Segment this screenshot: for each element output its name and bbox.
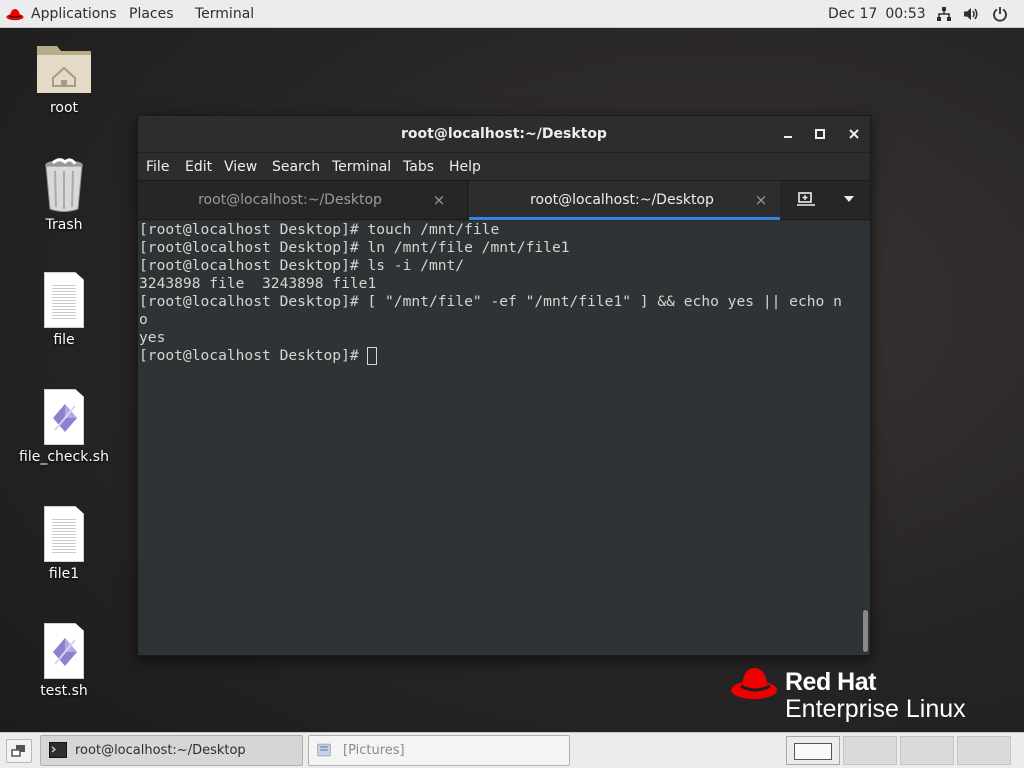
desktop-icon-label: root	[49, 100, 79, 116]
chevron-down-icon[interactable]	[844, 196, 854, 202]
taskbar-item-pictures[interactable]: [Pictures]	[308, 735, 570, 766]
bottom-taskbar: root@localhost:~/Desktop [Pictures]	[0, 732, 1024, 768]
terminal-content[interactable]: [root@localhost Desktop]# touch /mnt/fil…	[138, 221, 870, 655]
desktop-icon-trash[interactable]: Trash	[14, 157, 114, 233]
brand-line-1: Red Hat	[785, 668, 876, 696]
menu-view[interactable]: View	[224, 153, 257, 181]
workspace-4[interactable]	[957, 736, 1011, 765]
window-titlebar[interactable]: root@localhost:~/Desktop	[138, 116, 870, 152]
terminal-output: [root@localhost Desktop]# touch /mnt/fil…	[139, 221, 859, 365]
workspace-2[interactable]	[843, 736, 897, 765]
redhat-logo-icon	[6, 9, 24, 21]
desktop-icon-test-sh[interactable]: test.sh	[14, 623, 114, 699]
terminal-app-menu[interactable]: Terminal	[195, 0, 254, 28]
tab-title: root@localhost:~/Desktop	[198, 192, 382, 208]
clock-date: Dec 17	[828, 6, 878, 22]
workspace-window-thumbnail	[794, 743, 832, 760]
show-desktop-button[interactable]	[6, 739, 32, 763]
text-document-icon	[44, 506, 84, 562]
show-desktop-icon	[11, 745, 25, 757]
taskbar-item-label: [Pictures]	[343, 743, 405, 758]
terminal-cursor	[367, 347, 378, 365]
close-tab-icon[interactable]: ×	[753, 181, 769, 219]
desktop-icon-label: file1	[48, 566, 80, 582]
scrollbar[interactable]	[863, 610, 868, 652]
tab-bar: root@localhost:~/Desktop × root@localhos…	[138, 180, 870, 220]
terminal-line: yes	[139, 329, 166, 346]
terminal-line: o	[139, 311, 148, 328]
close-icon	[849, 129, 859, 139]
script-icon	[44, 389, 84, 445]
minimize-icon	[784, 136, 792, 138]
places-menu[interactable]: Places	[129, 0, 174, 28]
terminal-line: 3243898 file 3243898 file1	[139, 275, 377, 292]
desktop-icon-label: Trash	[45, 217, 83, 233]
minimize-button[interactable]	[779, 125, 797, 143]
redhat-logo-icon	[731, 668, 777, 699]
terminal-line: [root@localhost Desktop]# ln /mnt/file /…	[139, 239, 570, 256]
menu-file[interactable]: File	[146, 153, 169, 181]
desktop-icon-label: file_check.sh	[19, 449, 109, 465]
tab-title: root@localhost:~/Desktop	[530, 192, 714, 208]
desktop-icon-file1[interactable]: file1	[14, 506, 114, 582]
tab-active[interactable]: root@localhost:~/Desktop ×	[469, 181, 780, 220]
redhat-enterprise-linux-logo: Red Hat Enterprise Linux	[730, 664, 990, 724]
close-tab-icon[interactable]: ×	[431, 181, 447, 219]
menu-edit[interactable]: Edit	[185, 153, 212, 181]
file-manager-icon	[317, 743, 331, 757]
script-icon	[44, 623, 84, 679]
clock[interactable]: Dec 17 00:53	[828, 0, 926, 28]
power-icon[interactable]	[992, 6, 1008, 22]
terminal-window[interactable]: root@localhost:~/Desktop File Edit View …	[137, 115, 871, 656]
top-bar: Applications Places Terminal Dec 17 00:53	[0, 0, 1024, 28]
brand-line-2: Enterprise Linux	[785, 695, 966, 723]
maximize-icon	[815, 129, 825, 139]
window-title: root@localhost:~/Desktop	[401, 126, 607, 142]
desktop-icon-file-check-sh[interactable]: file_check.sh	[14, 389, 114, 465]
terminal-prompt-line: [root@localhost Desktop]#	[139, 347, 859, 365]
taskbar-item-label: root@localhost:~/Desktop	[75, 743, 246, 758]
desktop-icon-label: file	[53, 332, 75, 348]
new-tab-icon[interactable]	[796, 191, 816, 209]
terminal-line: [root@localhost Desktop]# ls -i /mnt/	[139, 257, 465, 274]
close-window-button[interactable]	[845, 125, 863, 143]
menu-help[interactable]: Help	[449, 153, 481, 181]
network-icon[interactable]	[936, 6, 952, 22]
terminal-line: [root@localhost Desktop]# [ "/mnt/file" …	[139, 293, 842, 310]
terminal-prompt: [root@localhost Desktop]#	[139, 347, 368, 364]
maximize-button[interactable]	[811, 125, 829, 143]
tab-inactive[interactable]: root@localhost:~/Desktop ×	[138, 181, 468, 220]
menu-search[interactable]: Search	[272, 153, 320, 181]
desktop-icon-file[interactable]: file	[14, 272, 114, 348]
trash-icon	[45, 158, 83, 212]
window-menubar: File Edit View Search Terminal Tabs Help	[138, 152, 870, 180]
applications-menu[interactable]: Applications	[31, 0, 117, 28]
workspace-3[interactable]	[900, 736, 954, 765]
volume-icon[interactable]	[963, 6, 979, 22]
clock-time: 00:53	[885, 6, 926, 22]
menu-terminal[interactable]: Terminal	[332, 153, 391, 181]
text-document-icon	[44, 272, 84, 328]
terminal-line: [root@localhost Desktop]# touch /mnt/fil…	[139, 221, 500, 238]
desktop-icon-root[interactable]: root	[14, 38, 114, 116]
desktop-icon-label: test.sh	[40, 683, 88, 699]
workspace-1[interactable]	[786, 736, 840, 765]
menu-tabs[interactable]: Tabs	[403, 153, 434, 181]
home-folder-icon	[37, 46, 91, 93]
taskbar-item-terminal[interactable]: root@localhost:~/Desktop	[40, 735, 303, 766]
terminal-icon	[49, 742, 67, 758]
